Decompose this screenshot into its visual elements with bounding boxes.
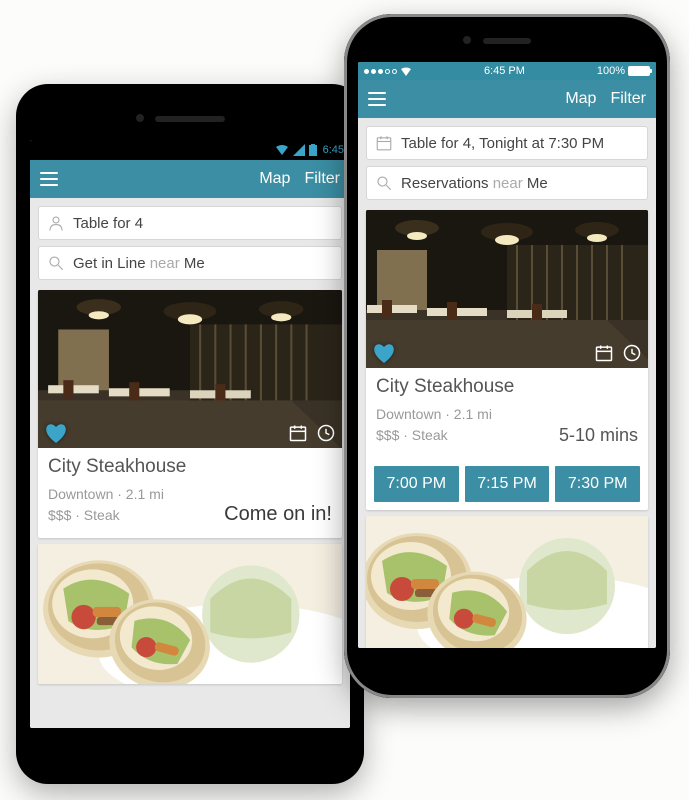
restaurant-card[interactable]: City Steakhouse Downtown · 2.1 mi $$$ · … (38, 290, 342, 538)
status-time: 6:45 (323, 144, 344, 156)
calendar-icon (375, 134, 393, 152)
android-app-body[interactable]: Table for 4 Get in Line near Me (30, 198, 350, 728)
reservation-text: Table for 4, Tonight at 7:30 PM (401, 135, 604, 152)
phone-speaker (155, 116, 225, 122)
android-phone-frame: 6:45 Map Filter Table for 4 Get in Line … (16, 84, 364, 784)
wifi-icon (275, 144, 289, 156)
ios-status-bar: 6:45 PM 100% (358, 62, 656, 80)
person-icon (47, 214, 65, 232)
favorite-icon[interactable] (372, 342, 396, 364)
filter-button[interactable]: Filter (610, 90, 646, 108)
calendar-icon[interactable] (594, 343, 614, 363)
battery-icon (309, 144, 317, 156)
reservation-input[interactable]: Table for 4, Tonight at 7:30 PM (366, 126, 648, 160)
iphone-frame: 6:45 PM 100% Map Filter Table for 4, Ton… (344, 14, 670, 698)
restaurant-card[interactable]: City Steakhouse Downtown · 2.1 mi $$$ · … (366, 210, 648, 510)
app-header: Map Filter (358, 80, 656, 118)
wifi-icon (400, 67, 412, 76)
restaurant-photo (38, 290, 342, 448)
restaurant-photo (366, 516, 648, 648)
phone-speaker (483, 38, 531, 44)
availability-status: Come on in! (224, 503, 332, 526)
wait-time: 5-10 mins (559, 425, 638, 446)
android-screen: 6:45 Map Filter Table for 4 Get in Line … (30, 140, 350, 728)
restaurant-card[interactable] (38, 544, 342, 684)
status-time: 6:45 PM (484, 65, 525, 77)
filter-button[interactable]: Filter (304, 170, 340, 188)
restaurant-photo (366, 210, 648, 368)
restaurant-name: City Steakhouse (48, 456, 332, 478)
battery-percent: 100% (597, 65, 625, 77)
clock-icon[interactable] (622, 343, 642, 363)
time-slot-button[interactable]: 7:30 PM (555, 466, 640, 502)
favorite-icon[interactable] (44, 422, 68, 444)
battery-icon (628, 66, 650, 76)
party-size-input[interactable]: Table for 4 (38, 206, 342, 240)
menu-icon[interactable] (40, 172, 58, 186)
search-text: Reservations near Me (401, 175, 548, 192)
map-button[interactable]: Map (259, 170, 290, 188)
restaurant-meta: Downtown · 2.1 mi $$$ · Steak (48, 484, 164, 526)
phone-camera (463, 36, 471, 44)
iphone-app-body[interactable]: Table for 4, Tonight at 7:30 PM Reservat… (358, 118, 656, 648)
menu-icon[interactable] (368, 92, 386, 106)
search-text: Get in Line near Me (73, 255, 205, 272)
restaurant-meta: Downtown · 2.1 mi $$$ · Steak (376, 404, 492, 446)
restaurant-name: City Steakhouse (376, 376, 638, 398)
party-size-text: Table for 4 (73, 215, 143, 232)
restaurant-card[interactable] (366, 516, 648, 648)
map-button[interactable]: Map (565, 90, 596, 108)
signal-icon (364, 69, 397, 74)
time-slots: 7:00 PM 7:15 PM 7:30 PM (366, 458, 648, 510)
time-slot-button[interactable]: 7:00 PM (374, 466, 459, 502)
phone-camera (136, 114, 144, 122)
signal-icon (293, 144, 305, 156)
iphone-screen: 6:45 PM 100% Map Filter Table for 4, Ton… (358, 62, 656, 648)
app-header: Map Filter (30, 160, 350, 198)
search-icon (375, 174, 393, 192)
time-slot-button[interactable]: 7:15 PM (465, 466, 550, 502)
android-status-bar: 6:45 (30, 140, 350, 160)
search-icon (47, 254, 65, 272)
restaurant-photo (38, 544, 342, 684)
clock-icon[interactable] (316, 423, 336, 443)
search-input[interactable]: Reservations near Me (366, 166, 648, 200)
calendar-icon[interactable] (288, 423, 308, 443)
search-input[interactable]: Get in Line near Me (38, 246, 342, 280)
